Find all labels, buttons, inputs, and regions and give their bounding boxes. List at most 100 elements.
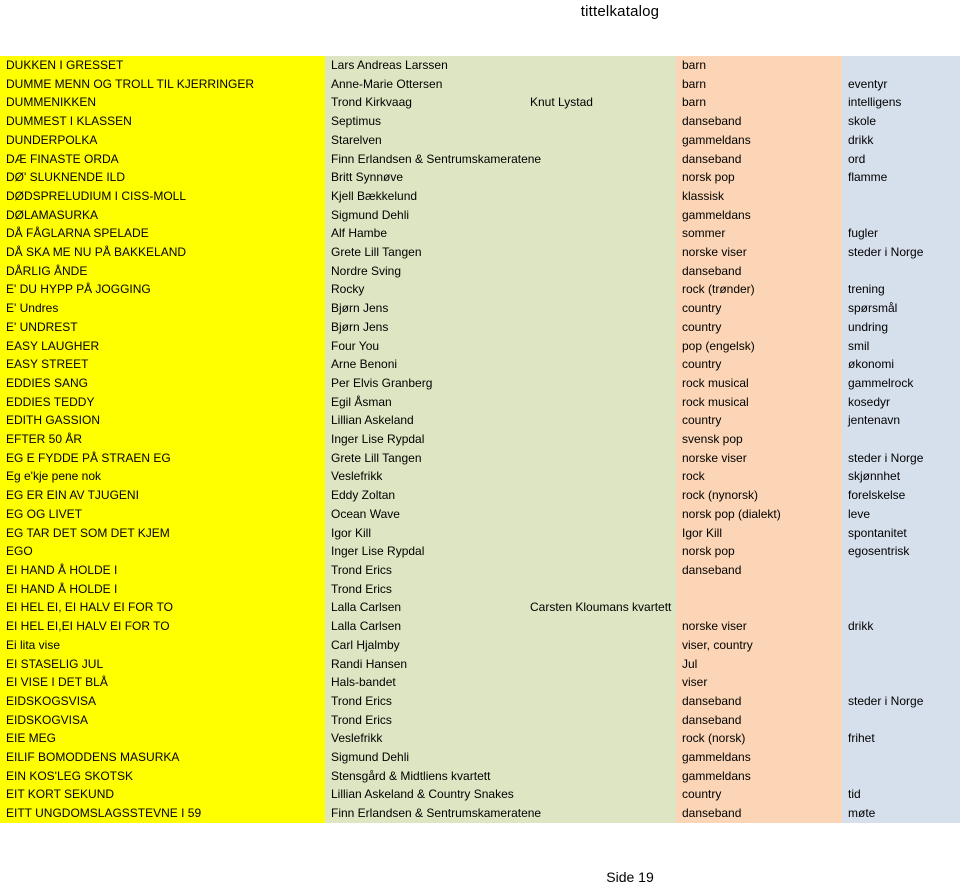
cell-artist2 bbox=[524, 336, 676, 356]
cell-genre: danseband bbox=[676, 149, 842, 169]
cell-theme: møte bbox=[842, 804, 960, 823]
table-row: EG E FYDDE PÅ STRAEN EG Grete Lill Tangen… bbox=[0, 448, 960, 468]
cell-artist: Finn Erlandsen & Sentrumskameratene bbox=[325, 149, 541, 169]
cell-artist2 bbox=[524, 710, 676, 730]
cell-artist2 bbox=[524, 224, 676, 244]
cell-genre: danseband bbox=[676, 710, 842, 730]
cell-genre bbox=[676, 598, 842, 618]
cell-artist2 bbox=[524, 560, 676, 580]
cell-artist2 bbox=[524, 430, 676, 449]
cell-artist2 bbox=[524, 691, 676, 711]
cell-genre: norske viser bbox=[676, 617, 842, 636]
cell-artist2 bbox=[524, 149, 676, 169]
table-row: DUNDERPOLKA Starelven gammeldans drikk bbox=[0, 130, 960, 150]
cell-theme: spørsmål bbox=[842, 299, 960, 318]
cell-artist2: Carsten Kloumans kvartett bbox=[524, 598, 676, 618]
cell-artist2 bbox=[524, 785, 676, 805]
cell-artist: Grete Lill Tangen bbox=[325, 448, 524, 468]
cell-theme: egosentrisk bbox=[842, 542, 960, 561]
cell-artist2 bbox=[524, 523, 676, 543]
cell-genre: country bbox=[676, 785, 842, 805]
cell-artist2 bbox=[524, 654, 676, 674]
cell-artist2 bbox=[524, 766, 676, 786]
cell-title: EIT KORT SEKUND bbox=[0, 785, 325, 805]
cell-title: EIDSKOGVISA bbox=[0, 710, 325, 730]
cell-artist: Stensgård & Midtliens kvartett bbox=[325, 766, 524, 786]
cell-artist2 bbox=[524, 373, 676, 393]
cell-artist2 bbox=[524, 542, 676, 561]
cell-artist2 bbox=[524, 280, 676, 300]
cell-artist2: Knut Lystad bbox=[524, 93, 676, 113]
table-row: E' Undres Bjørn Jens country spørsmål bbox=[0, 299, 960, 318]
table-row: EDDIES SANG Per Elvis Granberg rock musica… bbox=[0, 373, 960, 393]
cell-title: EI HAND Å HOLDE I bbox=[0, 560, 325, 580]
cell-artist2 bbox=[524, 168, 676, 187]
cell-artist: Lalla Carlsen bbox=[325, 617, 524, 636]
cell-genre: norsk pop bbox=[676, 168, 842, 187]
table-row: EGO Inger Lise Rypdal norsk pop egosentrisk bbox=[0, 542, 960, 561]
cell-artist: Trond Erics bbox=[325, 710, 524, 730]
cell-title: EIN KOS'LEG SKOTSK bbox=[0, 766, 325, 786]
cell-theme bbox=[842, 766, 960, 786]
table-row: EDDIES TEDDY Egil Åsman rock musical kosedy… bbox=[0, 392, 960, 412]
table-row: EIT KORT SEKUND Lillian Askeland & Countr… bbox=[0, 785, 960, 805]
cell-artist: Britt Synnøve bbox=[325, 168, 524, 187]
cell-theme: steder i Norge bbox=[842, 243, 960, 262]
cell-artist2 bbox=[524, 804, 676, 823]
cell-artist2 bbox=[524, 355, 676, 374]
cell-theme bbox=[842, 579, 960, 599]
table-row: DÅRLIG ÅNDE Nordre Sving danseband bbox=[0, 261, 960, 281]
cell-title: DØ' SLUKNENDE ILD bbox=[0, 168, 325, 187]
cell-title: EASY LAUGHER bbox=[0, 336, 325, 356]
cell-genre: danseband bbox=[676, 112, 842, 131]
cell-theme: eventyr bbox=[842, 74, 960, 94]
cell-genre: viser bbox=[676, 673, 842, 692]
cell-artist: Sigmund Dehli bbox=[325, 748, 524, 767]
cell-artist: Lalla Carlsen bbox=[325, 598, 524, 618]
table-row: E' DU HYPP PÅ JOGGING Rocky rock (trønder)… bbox=[0, 280, 960, 300]
table-row: DÆ FINASTE ORDA Finn Erlandsen & Sentrums… bbox=[0, 149, 960, 169]
cell-artist: Igor Kill bbox=[325, 523, 524, 543]
table-row: DØDSPRELUDIUM I CISS-MOLL Kjell Bækkelund… bbox=[0, 186, 960, 206]
cell-artist: Alf Hambe bbox=[325, 224, 524, 244]
cell-artist: Trond Erics bbox=[325, 560, 524, 580]
cell-artist: Bjørn Jens bbox=[325, 299, 524, 318]
cell-genre: gammeldans bbox=[676, 766, 842, 786]
cell-theme: frihet bbox=[842, 729, 960, 749]
cell-title: EI HAND Å HOLDE I bbox=[0, 579, 325, 599]
cell-artist: Veslefrikk bbox=[325, 729, 524, 749]
table-row: EI HAND Å HOLDE I Trond Erics danseband bbox=[0, 560, 960, 580]
cell-artist2 bbox=[524, 112, 676, 131]
cell-artist2 bbox=[524, 617, 676, 636]
cell-artist2 bbox=[524, 411, 676, 431]
cell-genre: pop (engelsk) bbox=[676, 336, 842, 356]
cell-artist: Rocky bbox=[325, 280, 524, 300]
cell-title: Eg e'kje pene nok bbox=[0, 467, 325, 487]
cell-title: EASY STREET bbox=[0, 355, 325, 374]
cell-genre: gammeldans bbox=[676, 205, 842, 225]
table-row: DØLAMASURKA Sigmund Dehli gammeldans bbox=[0, 205, 960, 225]
cell-title: EG E FYDDE PÅ STRAEN EG bbox=[0, 448, 325, 468]
cell-artist2 bbox=[524, 261, 676, 281]
cell-title: DÅ FÅGLARNA SPELADE bbox=[0, 224, 325, 244]
table-row: Ei lita vise Carl Hjalmby viser, country bbox=[0, 635, 960, 655]
cell-genre: norske viser bbox=[676, 243, 842, 262]
cell-title: EG TAR DET SOM DET KJEM bbox=[0, 523, 325, 543]
cell-artist2 bbox=[524, 579, 676, 599]
cell-artist: Trond Erics bbox=[325, 579, 524, 599]
cell-title: EIE MEG bbox=[0, 729, 325, 749]
table-row: EITT UNGDOMSLAGSSTEVNE I 59 Finn Erlandse… bbox=[0, 804, 960, 823]
cell-artist2 bbox=[524, 186, 676, 206]
table-row: EFTER 50 ÅR Inger Lise Rypdal svensk pop bbox=[0, 430, 960, 449]
cell-title: EI STASELIG JUL bbox=[0, 654, 325, 674]
cell-artist2 bbox=[524, 467, 676, 487]
page-footer: Side 19 bbox=[606, 869, 654, 885]
cell-theme: jentenavn bbox=[842, 411, 960, 431]
page-title: tittelkatalog bbox=[580, 3, 660, 20]
table-row: E' UNDREST Bjørn Jens country undring bbox=[0, 317, 960, 337]
cell-artist: Lillian Askeland & Country Snakes bbox=[325, 785, 524, 805]
cell-theme bbox=[842, 560, 960, 580]
cell-artist: Per Elvis Granberg bbox=[325, 373, 524, 393]
cell-theme: gammelrock bbox=[842, 373, 960, 393]
table-row: EG TAR DET SOM DET KJEM Igor Kill Igor Kil… bbox=[0, 523, 960, 543]
